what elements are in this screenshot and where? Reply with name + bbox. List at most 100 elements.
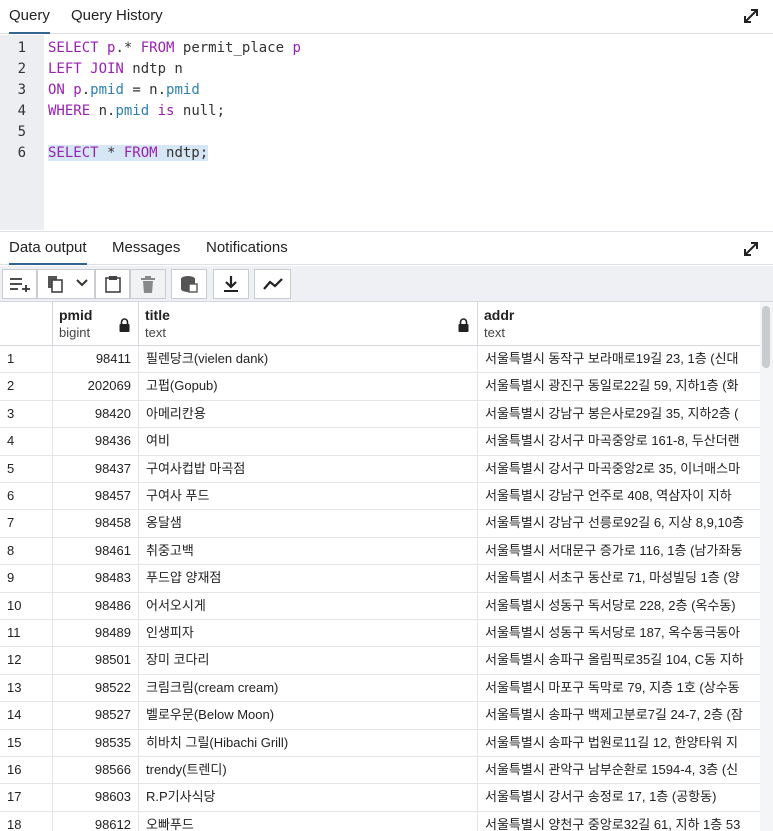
delete-button[interactable]: [130, 269, 166, 299]
row-number[interactable]: 9: [0, 565, 53, 593]
row-number[interactable]: 7: [0, 510, 53, 538]
cell-addr[interactable]: 서울특별시 양천구 중앙로32길 61, 지하 1층 53: [478, 812, 760, 831]
table-row[interactable]: 5 98437 구여사컵밥 마곡점 서울특별시 강서구 마곡중앙2로 35, 이너매스…: [0, 455, 760, 483]
row-number[interactable]: 11: [0, 620, 53, 647]
cell-pmid[interactable]: 98457: [53, 483, 139, 510]
cell-addr[interactable]: 서울특별시 강서구 마곡중앙2로 35, 이너매스마: [478, 456, 760, 483]
row-number[interactable]: 4: [0, 428, 53, 456]
cell-addr[interactable]: 서울특별시 송파구 법원로11길 12, 한양타워 지: [478, 730, 760, 757]
row-number[interactable]: 15: [0, 729, 53, 757]
save-data-button[interactable]: [171, 269, 207, 299]
cell-title[interactable]: trendy(트렌디): [139, 757, 478, 784]
cell-title[interactable]: 여비: [139, 428, 478, 456]
cell-addr[interactable]: 서울특별시 강남구 선릉로92길 6, 지상 8,9,10층: [478, 510, 760, 537]
cell-addr[interactable]: 서울특별시 동작구 보라매로19길 23, 1층 (신대: [478, 346, 760, 373]
table-row[interactable]: 6 98457 구여사 푸드 서울특별시 강남구 언주로 408, 역삼자이 지하: [0, 483, 760, 511]
copy-button[interactable]: [37, 269, 95, 299]
cell-title[interactable]: 아메리칸용: [139, 400, 478, 428]
row-number[interactable]: 14: [0, 702, 53, 730]
row-number[interactable]: 13: [0, 674, 53, 702]
expand-editor-icon[interactable]: [742, 7, 760, 25]
table-row[interactable]: 8 98461 취중고백 서울특별시 서대문구 증가로 116, 1층 (남가좌동: [0, 537, 760, 566]
tab-query[interactable]: Query: [9, 0, 50, 34]
cell-addr[interactable]: 서울특별시 송파구 올림픽로35길 104, C동 지하: [478, 647, 760, 674]
cell-title[interactable]: 취중고백: [139, 537, 478, 565]
row-number[interactable]: 18: [0, 811, 53, 831]
cell-title[interactable]: 히바치 그릴(Hibachi Grill): [139, 729, 478, 757]
cell-pmid[interactable]: 98603: [53, 784, 139, 812]
cell-pmid[interactable]: 98486: [53, 592, 139, 620]
cell-title[interactable]: 벨로우문(Below Moon): [139, 702, 478, 730]
cell-addr[interactable]: 서울특별시 성동구 독서당로 228, 2층 (옥수동): [478, 593, 760, 620]
cell-addr[interactable]: 서울특별시 서대문구 증가로 116, 1층 (남가좌동: [478, 538, 760, 565]
vertical-scrollbar[interactable]: [760, 302, 773, 831]
cell-title[interactable]: 장미 코다리: [139, 647, 478, 675]
table-row[interactable]: 10 98486 어서오시게 서울특별시 성동구 독서당로 228, 2층 (옥수동): [0, 592, 760, 620]
cell-addr[interactable]: 서울특별시 강남구 봉은사로29길 35, 지하2층 (: [478, 401, 760, 428]
sql-editor[interactable]: 123456 SELECT p.* FROM permit_place p LEF…: [0, 35, 773, 230]
cell-pmid[interactable]: 98420: [53, 400, 139, 428]
cell-pmid[interactable]: 98458: [53, 510, 139, 538]
cell-pmid[interactable]: 98612: [53, 811, 139, 831]
table-row[interactable]: 15 98535 히바치 그릴(Hibachi Grill) 서울특별시 송파구 법원…: [0, 729, 760, 757]
table-row[interactable]: 16 98566 trendy(트렌디) 서울특별시 관악구 남부순환로 1594-4…: [0, 757, 760, 785]
column-header-addr[interactable]: addr text: [478, 302, 760, 346]
row-number[interactable]: 16: [0, 757, 53, 784]
code-line[interactable]: ON p.pmid = n.pmid: [48, 80, 200, 101]
paste-button[interactable]: [95, 269, 130, 299]
table-row[interactable]: 7 98458 옹달샘 서울특별시 강남구 선릉로92길 6, 지상 8,9,10층: [0, 510, 760, 538]
cell-pmid[interactable]: 98483: [53, 565, 139, 593]
cell-addr[interactable]: 서울특별시 마포구 독막로 79, 지층 1호 (상수동: [478, 675, 760, 702]
graph-visualiser-button[interactable]: [254, 269, 291, 299]
row-number[interactable]: 10: [0, 592, 53, 620]
cell-addr[interactable]: 서울특별시 성동구 독서당로 187, 옥수동극동아: [478, 620, 760, 647]
tab-messages[interactable]: Messages: [112, 232, 180, 265]
tab-query-history[interactable]: Query History: [71, 0, 163, 34]
table-row[interactable]: 13 98522 크림크림(cream cream) 서울특별시 마포구 독막로 79…: [0, 674, 760, 703]
row-number[interactable]: 6: [0, 483, 53, 510]
tab-data-output[interactable]: Data output: [9, 232, 87, 265]
table-row[interactable]: 9 98483 푸드얍 양재점 서울특별시 서초구 동산로 71, 마성빌딩 1층 (…: [0, 565, 760, 593]
table-row[interactable]: 18 98612 오빠푸드 서울특별시 양천구 중앙로32길 61, 지하 1층 53: [0, 811, 760, 831]
cell-addr[interactable]: 서울특별시 강남구 언주로 408, 역삼자이 지하: [478, 483, 760, 510]
column-header-pmid[interactable]: pmid bigint: [53, 302, 139, 346]
cell-title[interactable]: 인생피자: [139, 620, 478, 647]
cell-pmid[interactable]: 98411: [53, 346, 139, 373]
cell-pmid[interactable]: 98566: [53, 757, 139, 784]
code-line[interactable]: SELECT p.* FROM permit_place p: [48, 38, 301, 59]
code-line[interactable]: LEFT JOIN ndtp n: [48, 59, 183, 80]
cell-addr[interactable]: 서울특별시 서초구 동산로 71, 마성빌딩 1층 (양: [478, 565, 760, 592]
cell-pmid[interactable]: 98436: [53, 428, 139, 456]
cell-pmid[interactable]: 98437: [53, 455, 139, 483]
row-number[interactable]: 8: [0, 537, 53, 565]
cell-title[interactable]: 구여사컵밥 마곡점: [139, 455, 478, 483]
table-row[interactable]: 14 98527 벨로우문(Below Moon) 서울특별시 송파구 백제고분로7길…: [0, 702, 760, 730]
cell-pmid[interactable]: 98461: [53, 537, 139, 565]
add-row-button[interactable]: [2, 269, 37, 299]
table-row[interactable]: 12 98501 장미 코다리 서울특별시 송파구 올림픽로35길 104, C동 지…: [0, 647, 760, 675]
cell-addr[interactable]: 서울특별시 관악구 남부순환로 1594-4, 3층 (신: [478, 757, 760, 784]
scrollbar-thumb[interactable]: [762, 306, 770, 368]
table-row[interactable]: 3 98420 아메리칸용 서울특별시 강남구 봉은사로29길 35, 지하2층 (: [0, 400, 760, 429]
row-number[interactable]: 2: [0, 373, 53, 401]
cell-pmid[interactable]: 98489: [53, 620, 139, 647]
cell-pmid[interactable]: 98535: [53, 729, 139, 757]
row-number[interactable]: 12: [0, 647, 53, 675]
cell-title[interactable]: 옹달샘: [139, 510, 478, 538]
cell-title[interactable]: 고펍(Gopub): [139, 373, 478, 401]
row-number[interactable]: 5: [0, 455, 53, 483]
code-line[interactable]: SELECT * FROM ndtp;: [48, 143, 209, 164]
cell-addr[interactable]: 서울특별시 강서구 송정로 17, 1층 (공항동): [478, 784, 760, 811]
cell-title[interactable]: 크림크림(cream cream): [139, 674, 478, 702]
cell-addr[interactable]: 서울특별시 송파구 백제고분로7길 24-7, 2층 (잠: [478, 702, 760, 729]
row-number[interactable]: 17: [0, 784, 53, 812]
cell-addr[interactable]: 서울특별시 광진구 동일로22길 59, 지하1층 (화: [478, 373, 760, 400]
cell-pmid[interactable]: 202069: [53, 373, 139, 401]
cell-pmid[interactable]: 98501: [53, 647, 139, 675]
table-row[interactable]: 17 98603 R.P기사식당 서울특별시 강서구 송정로 17, 1층 (공항동): [0, 784, 760, 812]
expand-output-icon[interactable]: [742, 240, 760, 258]
cell-title[interactable]: 푸드얍 양재점: [139, 565, 478, 593]
cell-title[interactable]: 오빠푸드: [139, 811, 478, 831]
table-row[interactable]: 1 98411 필렌당크(vielen dank) 서울특별시 동작구 보라매로19길…: [0, 346, 760, 374]
column-header-title[interactable]: title text: [139, 302, 478, 346]
